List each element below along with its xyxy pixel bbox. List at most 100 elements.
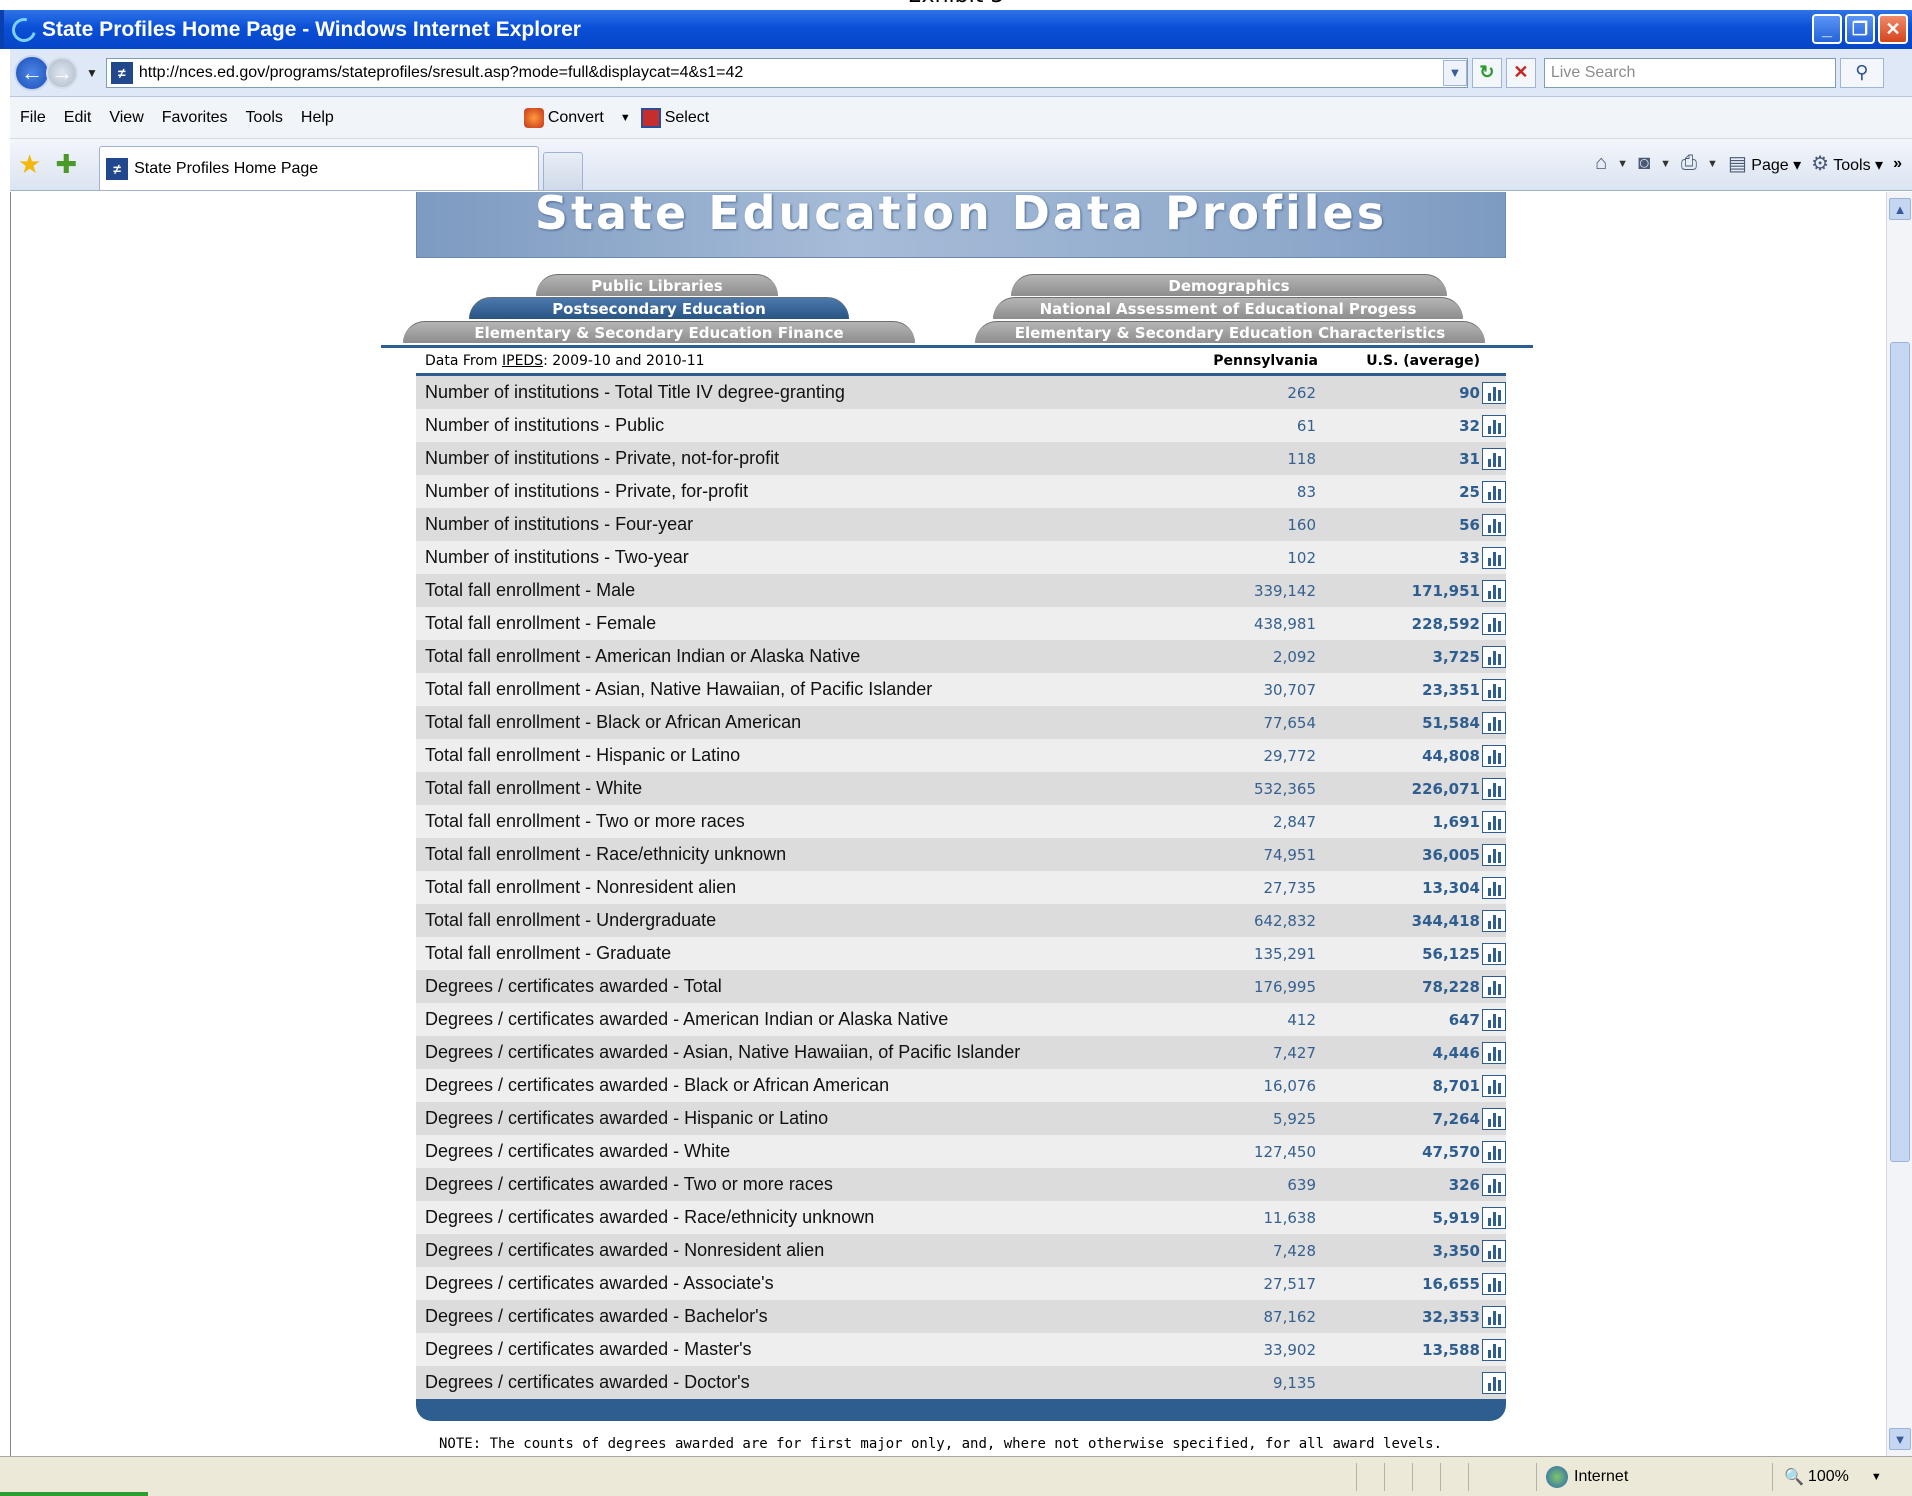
data-source: Data From IPEDS: 2009-10 and 2010-11 — [416, 353, 1188, 369]
tab-postsecondary-education[interactable]: Postsecondary Education — [469, 297, 849, 319]
bar-chart-icon[interactable] — [1482, 1305, 1506, 1328]
bar-chart-icon[interactable] — [1482, 447, 1506, 470]
tab-state-profiles[interactable]: ≠ State Profiles Home Page — [99, 146, 540, 190]
print-dropdown-icon[interactable]: ▼ — [1707, 158, 1718, 170]
minimize-button[interactable]: _ — [1812, 14, 1842, 44]
bar-chart-icon[interactable] — [1482, 1272, 1506, 1295]
tab-public-libraries[interactable]: Public Libraries — [536, 274, 778, 296]
restore-button[interactable]: ❐ — [1845, 14, 1875, 44]
zoom-dropdown-icon[interactable]: ▼ — [1871, 1471, 1882, 1483]
scroll-thumb[interactable] — [1890, 342, 1910, 1162]
tab-demographics[interactable]: Demographics — [1011, 274, 1447, 296]
convert-button[interactable]: Convert ▼ — [523, 107, 631, 128]
scroll-down-icon[interactable]: ▼ — [1889, 1428, 1911, 1450]
new-tab-button[interactable] — [543, 152, 584, 190]
row-us-value: 1,691 — [1432, 812, 1480, 831]
bar-chart-icon[interactable] — [1482, 381, 1506, 404]
bar-chart-icon[interactable] — [1482, 744, 1506, 767]
vertical-scrollbar[interactable]: ▲ ▼ — [1886, 192, 1912, 1456]
zoom-control[interactable]: 🔍 100% ▼ — [1784, 1467, 1882, 1487]
recent-pages-dropdown-icon[interactable]: ▼ — [86, 66, 98, 80]
tab-naep[interactable]: National Assessment of Educational Proge… — [993, 297, 1463, 319]
row-label: Degrees / certificates awarded - Doctor'… — [425, 1372, 750, 1392]
close-button[interactable]: ✕ — [1878, 14, 1908, 44]
row-state-value: 33,902 — [1263, 1340, 1317, 1359]
url-text[interactable]: http://nces.ed.gov/programs/stateprofile… — [139, 64, 1443, 82]
search-button[interactable]: ⚲ — [1839, 57, 1884, 88]
tab-el-sec-finance[interactable]: Elementary & Secondary Education Finance — [403, 321, 915, 343]
table-row: Degrees / certificates awarded - Race/et… — [416, 1201, 1506, 1234]
bar-chart-icon[interactable] — [1482, 1140, 1506, 1163]
bar-chart-icon[interactable] — [1482, 1173, 1506, 1196]
row-label: Degrees / certificates awarded - Two or … — [425, 1174, 833, 1194]
stop-button[interactable]: ✕ — [1505, 57, 1536, 88]
bar-chart-icon[interactable] — [1482, 1239, 1506, 1262]
row-us-value: 23,351 — [1422, 680, 1480, 699]
forward-button[interactable]: → — [46, 56, 78, 89]
bar-chart-icon[interactable] — [1482, 1206, 1506, 1229]
banner: State Education Data Profiles — [416, 192, 1506, 258]
table-row: Number of institutions - Total Title IV … — [416, 376, 1506, 409]
bar-chart-icon[interactable] — [1482, 1107, 1506, 1130]
tab-el-sec-characteristics[interactable]: Elementary & Secondary Education Charact… — [975, 321, 1485, 343]
bar-chart-icon[interactable] — [1482, 777, 1506, 800]
table-row: Degrees / certificates awarded - Black o… — [416, 1069, 1506, 1102]
feeds-dropdown-icon[interactable]: ▼ — [1660, 158, 1671, 170]
bar-chart-icon[interactable] — [1482, 1371, 1506, 1394]
bar-chart-icon[interactable] — [1482, 579, 1506, 602]
chevron-more-icon[interactable]: » — [1893, 155, 1902, 173]
row-us-value: 31 — [1459, 449, 1480, 468]
row-state-value: 2,092 — [1273, 647, 1316, 666]
bar-chart-icon[interactable] — [1482, 876, 1506, 899]
bar-chart-icon[interactable] — [1482, 810, 1506, 833]
row-state-value: 160 — [1287, 515, 1316, 534]
bar-chart-icon[interactable] — [1482, 1338, 1506, 1361]
feeds-icon[interactable]: ◙ — [1638, 152, 1650, 175]
bar-chart-icon[interactable] — [1482, 1008, 1506, 1031]
bar-chart-icon[interactable] — [1482, 480, 1506, 503]
favorites-star-icon[interactable]: ★ — [18, 149, 41, 180]
menu-tools[interactable]: Tools — [246, 109, 283, 127]
row-label: Degrees / certificates awarded - White — [425, 1141, 731, 1161]
bar-chart-icon[interactable] — [1482, 414, 1506, 437]
row-us-value: 32,353 — [1422, 1307, 1480, 1326]
bar-chart-icon[interactable] — [1482, 1074, 1506, 1097]
table-row: Degrees / certificates awarded - Total 17… — [416, 970, 1506, 1003]
url-field[interactable]: ≠ http://nces.ed.gov/programs/stateprofi… — [105, 57, 1468, 88]
home-icon[interactable]: ⌂ — [1595, 152, 1607, 175]
bar-chart-icon[interactable] — [1482, 612, 1506, 635]
bar-chart-icon[interactable] — [1482, 678, 1506, 701]
home-dropdown-icon[interactable]: ▼ — [1617, 158, 1628, 170]
bar-chart-icon[interactable] — [1482, 711, 1506, 734]
bar-chart-icon[interactable] — [1482, 1041, 1506, 1064]
back-button[interactable]: ← — [14, 54, 50, 91]
menu-file[interactable]: File — [20, 109, 46, 127]
bar-chart-icon[interactable] — [1482, 513, 1506, 536]
menu-help[interactable]: Help — [301, 109, 334, 127]
row-label: Total fall enrollment - Black or African… — [425, 712, 802, 732]
menu-view[interactable]: View — [109, 109, 143, 127]
row-label: Degrees / certificates awarded - Nonresi… — [425, 1240, 825, 1260]
row-us-value: 13,304 — [1422, 878, 1480, 897]
bar-chart-icon[interactable] — [1482, 645, 1506, 668]
page-menu[interactable]: ▤ Page ▾ — [1728, 151, 1801, 176]
tools-menu[interactable]: ⚙ Tools ▾ — [1811, 151, 1883, 176]
bar-chart-icon[interactable] — [1482, 843, 1506, 866]
add-favorite-icon[interactable]: ✚ — [55, 149, 77, 180]
bar-chart-icon[interactable] — [1482, 546, 1506, 569]
select-button[interactable]: Select — [640, 107, 709, 128]
scroll-up-icon[interactable]: ▲ — [1889, 198, 1911, 220]
menu-favorites[interactable]: Favorites — [162, 109, 228, 127]
bar-chart-icon[interactable] — [1482, 975, 1506, 998]
menu-edit[interactable]: Edit — [64, 109, 92, 127]
refresh-button[interactable]: ↻ — [1471, 57, 1502, 88]
url-dropdown-icon[interactable]: ▼ — [1442, 59, 1467, 86]
bar-chart-icon[interactable] — [1482, 942, 1506, 965]
table-row: Degrees / certificates awarded - Master'… — [416, 1333, 1506, 1366]
print-icon[interactable]: ⎙ — [1681, 152, 1697, 175]
row-state-value: 29,772 — [1263, 746, 1317, 765]
ipeds-link[interactable]: IPEDS — [502, 353, 543, 369]
search-input[interactable]: Live Search — [1543, 57, 1836, 88]
bar-chart-icon[interactable] — [1482, 909, 1506, 932]
convert-dropdown-icon[interactable]: ▼ — [620, 112, 631, 124]
